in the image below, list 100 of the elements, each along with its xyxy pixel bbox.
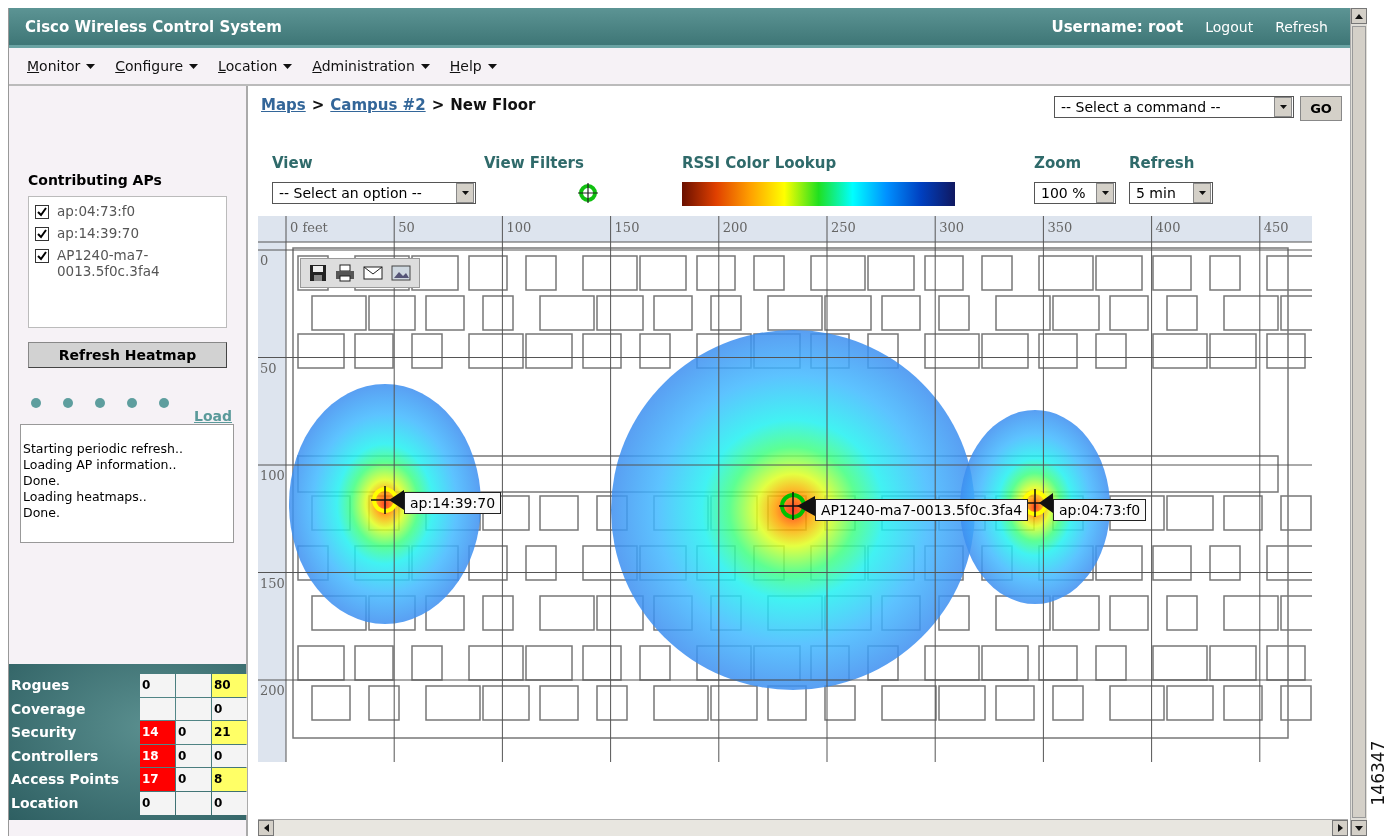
menu-item[interactable]: Location — [218, 58, 293, 74]
crosshair-icon[interactable] — [577, 182, 599, 204]
go-button[interactable]: GO — [1300, 96, 1342, 121]
progress-dot — [95, 398, 105, 408]
control-label: RSSI Color Lookup — [682, 154, 838, 172]
refresh-heatmap-button[interactable]: Refresh Heatmap — [28, 342, 227, 368]
ruler-label: 200 — [722, 220, 748, 235]
breadcrumb-link[interactable]: Campus #2 — [330, 96, 426, 114]
figure-number: 146347 — [1369, 740, 1387, 806]
save-icon[interactable] — [309, 264, 327, 282]
alarm-label[interactable]: Rogues — [11, 674, 139, 697]
control-label: Refresh — [1129, 154, 1196, 172]
breadcrumb-link[interactable]: Maps — [261, 96, 306, 114]
breadcrumb-separator: > — [311, 96, 325, 114]
control-label: View — [272, 154, 314, 172]
alarm-count[interactable]: 0 — [140, 791, 175, 815]
vertical-scrollbar[interactable] — [1350, 8, 1367, 836]
ap-marker[interactable] — [1020, 488, 1053, 518]
horizontal-scrollbar[interactable] — [258, 819, 1348, 836]
ap-label: AP1240-ma7-0013.5f0c.3fa4 — [815, 499, 1029, 521]
alarm-count[interactable]: 0 — [212, 697, 247, 721]
ap-label: ap:14:39:70 — [404, 492, 502, 514]
dropdown-arrow-icon — [461, 191, 469, 195]
dropdown-arrow-icon — [1101, 191, 1109, 195]
app-title: Cisco Wireless Control System — [25, 17, 283, 36]
ruler-label: 200 — [260, 683, 285, 698]
print-icon[interactable] — [335, 264, 355, 282]
ap-name: ap:04:73:f0 — [57, 203, 136, 219]
caret-icon — [86, 63, 96, 69]
breadcrumb-separator: > — [431, 96, 445, 114]
ruler-label: 0 feet — [290, 220, 328, 235]
alarm-count[interactable]: 14 — [140, 721, 175, 744]
alarm-label[interactable]: Location — [11, 791, 139, 815]
alarm-count[interactable] — [140, 697, 175, 721]
ruler-label: 300 — [939, 220, 964, 235]
alarm-count[interactable]: 0 — [176, 768, 211, 791]
ruler-label: 250 — [831, 220, 856, 235]
caret-icon — [487, 63, 497, 69]
ap-marker[interactable] — [778, 491, 815, 521]
alarm-label[interactable]: Access Points — [11, 768, 139, 791]
ruler-label: 400 — [1155, 220, 1181, 235]
alarm-count[interactable] — [176, 697, 211, 721]
ruler-label: 150 — [614, 220, 640, 235]
progress-dot — [63, 398, 73, 408]
log-line: Loading AP information.. — [23, 457, 178, 473]
ruler-label: 0 — [260, 253, 269, 268]
progress-dot — [127, 398, 137, 408]
command-select[interactable]: -- Select a command -- — [1054, 96, 1294, 118]
alarm-label[interactable]: Security — [11, 721, 139, 744]
username: Username: root — [1051, 17, 1184, 36]
dropdown-arrow-icon — [1279, 105, 1287, 109]
alarm-count[interactable] — [176, 791, 211, 815]
mail-icon[interactable] — [363, 264, 383, 282]
view-select[interactable]: -- Select an option -- — [272, 182, 476, 204]
ap-marker[interactable] — [370, 485, 404, 515]
alarm-count[interactable]: 18 — [140, 744, 175, 768]
alarm-count[interactable]: 0 — [212, 744, 247, 768]
checkbox[interactable] — [35, 249, 49, 263]
menu-item[interactable]: Administration — [312, 58, 430, 74]
dropdown-arrow-icon — [1198, 191, 1206, 195]
left-arrow-icon — [263, 824, 269, 832]
ap-label: ap:04:73:f0 — [1053, 499, 1147, 521]
header-link[interactable]: Refresh — [1275, 18, 1328, 35]
right-arrow-icon — [1337, 824, 1343, 832]
ruler-label: 150 — [260, 575, 285, 591]
log-line: Done. — [23, 505, 61, 521]
ruler-label: 100 — [506, 220, 532, 235]
caret-icon — [189, 63, 199, 69]
progress-dot — [31, 398, 41, 408]
image-icon[interactable] — [391, 264, 411, 282]
zoom-select[interactable]: 100 % — [1034, 182, 1116, 204]
checkbox[interactable] — [35, 205, 49, 219]
menu-item[interactable]: Monitor — [27, 58, 96, 74]
alarm-count[interactable]: 0 — [212, 791, 247, 815]
alarm-count[interactable]: 0 — [140, 674, 175, 697]
alarm-count[interactable]: 21 — [212, 721, 247, 744]
alarm-count[interactable]: 0 — [176, 744, 211, 768]
alarm-count[interactable]: 17 — [140, 768, 175, 791]
checkbox[interactable] — [35, 227, 49, 241]
menu-item[interactable]: Help — [449, 58, 497, 74]
caret-icon — [283, 63, 293, 69]
alarm-label[interactable]: Coverage — [11, 697, 139, 721]
ruler-label: 50 — [260, 360, 277, 376]
ruler-label: 100 — [260, 468, 285, 483]
header-link[interactable]: Logout — [1205, 18, 1254, 35]
refresh-select[interactable]: 5 min — [1129, 182, 1213, 204]
ruler-label: 50 — [398, 220, 415, 235]
ap-name: AP1240-ma7-0013.5f0c.3fa4 — [57, 247, 161, 279]
menu-item[interactable]: Configure — [115, 58, 199, 74]
alarm-count[interactable]: 80 — [212, 674, 247, 697]
ruler-label: 450 — [1263, 220, 1289, 235]
ap-name: ap:14:39:70 — [57, 225, 140, 241]
alarm-label[interactable]: Controllers — [11, 744, 139, 768]
control-label: View Filters — [484, 154, 585, 172]
alarm-count[interactable]: 0 — [176, 721, 211, 744]
alarm-count[interactable]: 8 — [212, 768, 247, 791]
log-line: Starting periodic refresh.. — [23, 441, 184, 457]
up-arrow-icon — [1355, 13, 1363, 19]
caret-icon — [420, 63, 430, 69]
breadcrumb-current: New Floor — [450, 96, 536, 114]
